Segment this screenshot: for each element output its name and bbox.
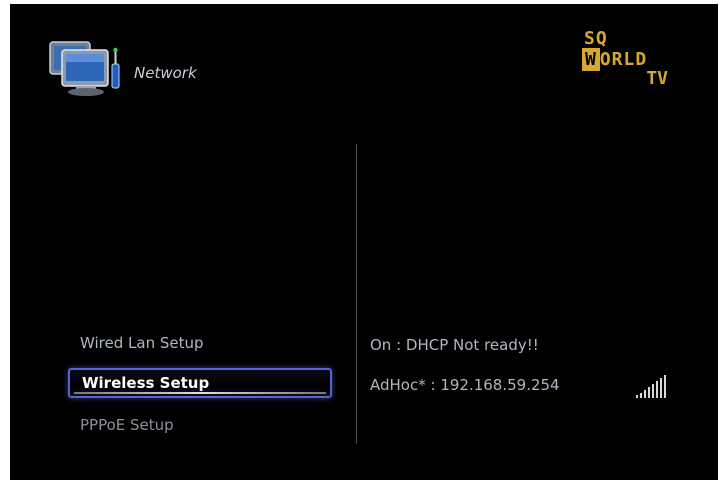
sqworld-tv-logo: SQ W ORLD TV: [578, 26, 674, 89]
page-title: Network: [134, 64, 197, 82]
network-computers-icon: [49, 41, 120, 96]
signal-strength-icon: [636, 374, 670, 398]
menu-item-wired-lan-setup[interactable]: Wired Lan Setup: [68, 328, 332, 358]
menu-item-wireless-setup[interactable]: Wireless Setup: [68, 368, 332, 398]
tv-screen: Network SQ W ORLD TV Wired Lan Setup Wire…: [10, 4, 718, 480]
logo-boxed-letter: W: [582, 48, 600, 71]
connection-status: On : DHCP Not ready!!: [370, 336, 539, 354]
logo-line-2-rest: ORLD: [599, 49, 648, 70]
logo-line-3: TV: [646, 68, 668, 89]
menu-item-pppoe-setup[interactable]: PPPoE Setup: [68, 410, 332, 440]
logo-line-1: SQ: [584, 28, 608, 49]
panel-divider: [356, 144, 357, 444]
logo-line-2: W ORLD: [582, 48, 647, 71]
adhoc-address: AdHoc* : 192.168.59.254: [370, 376, 560, 394]
